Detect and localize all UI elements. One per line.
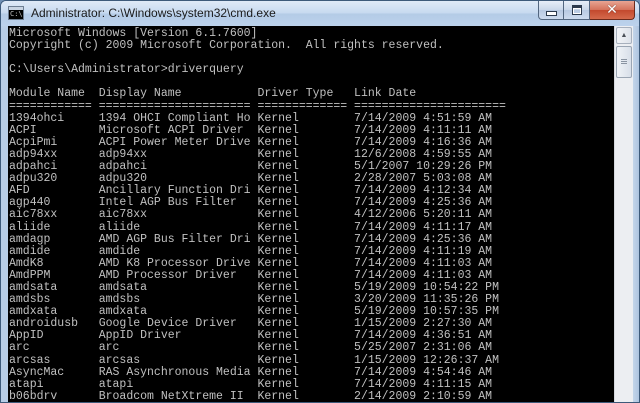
- scroll-up-arrow-icon: ▲: [620, 32, 628, 39]
- cmd-window: C:\ Administrator: C:\Windows\system32\c…: [0, 0, 640, 403]
- console-line: arcsas arcsas Kernel 1/15/2009 12:26:37 …: [9, 353, 499, 367]
- console-line: 1394ohci 1394 OHCI Compliant Ho Kernel 7…: [9, 111, 493, 125]
- scroll-thumb[interactable]: [616, 46, 632, 78]
- console-line: agp440 Intel AGP Bus Filter Kernel 7/14/…: [9, 196, 493, 210]
- title-bar[interactable]: C:\ Administrator: C:\Windows\system32\c…: [1, 1, 639, 26]
- maximize-button[interactable]: [564, 1, 590, 20]
- console-output[interactable]: Microsoft Windows [Version 6.1.7600] Cop…: [8, 26, 614, 403]
- minimize-button[interactable]: [538, 1, 564, 20]
- console-line: AsyncMac RAS Asynchronous Media Kernel 7…: [9, 365, 493, 379]
- close-icon: ✕: [606, 2, 618, 18]
- console-line: amdide amdide Kernel 7/14/2009 4:11:19 A…: [9, 244, 493, 258]
- console-text: Microsoft Windows [Version 6.1.7600] Cop…: [8, 26, 614, 403]
- window-title: Administrator: C:\Windows\system32\cmd.e…: [31, 6, 276, 20]
- console-line: AcpiPmi ACPI Power Meter Drive Kernel 7/…: [9, 135, 493, 149]
- console-line: AppID AppID Driver Kernel 7/14/2009 4:36…: [9, 329, 493, 343]
- console-line: adp94xx adp94xx Kernel 12/6/2008 4:59:55…: [9, 147, 493, 161]
- maximize-icon: [571, 5, 582, 15]
- console-line: arc arc Kernel 5/25/2007 2:31:06 AM: [9, 341, 493, 355]
- console-line: AmdK8 AMD K8 Processor Drive Kernel 7/14…: [9, 256, 493, 270]
- window-controls: ✕: [538, 1, 635, 21]
- minimize-icon: [545, 11, 557, 16]
- console-line: C:\Users\Administrator>driverquery: [9, 63, 244, 77]
- console-line: Microsoft Windows [Version 6.1.7600]: [9, 27, 258, 40]
- console-line: amdsbs amdsbs Kernel 3/20/2009 11:35:26 …: [9, 293, 499, 307]
- console-line: adpu320 adpu320 Kernel 2/28/2007 5:03:08…: [9, 172, 493, 186]
- console-line: Module Name Display Name Driver Type Lin…: [9, 87, 417, 101]
- console-line: b06bdrv Broadcom NetXtreme II Kernel 2/1…: [9, 389, 493, 403]
- cmd-icon[interactable]: C:\: [8, 6, 24, 20]
- console-line: adpahci adpahci Kernel 5/1/2007 10:29:26…: [9, 160, 493, 174]
- console-line: AmdPPM AMD Processor Driver Kernel 7/14/…: [9, 268, 493, 282]
- console-line: aic78xx aic78xx Kernel 4/12/2006 5:20:11…: [9, 208, 493, 222]
- vertical-scrollbar[interactable]: ▲: [614, 26, 633, 402]
- console-line: ============ ====================== ====…: [9, 99, 506, 113]
- console-line: amdagp AMD AGP Bus Filter Dri Kernel 7/1…: [9, 232, 493, 246]
- console-line: atapi atapi Kernel 7/14/2009 4:11:15 AM: [9, 377, 493, 391]
- console-line: amdxata amdxata Kernel 5/19/2009 10:57:3…: [9, 305, 499, 319]
- close-button[interactable]: ✕: [590, 1, 635, 20]
- console-line: androidusb Google Device Driver Kernel 1…: [9, 317, 493, 331]
- console-line: aliide aliide Kernel 7/14/2009 4:11:17 A…: [9, 220, 493, 234]
- console-line: Copyright (c) 2009 Microsoft Corporation…: [9, 39, 444, 53]
- console-line: amdsata amdsata Kernel 5/19/2009 10:54:2…: [9, 280, 499, 294]
- console-line: ACPI Microsoft ACPI Driver Kernel 7/14/2…: [9, 123, 493, 137]
- scroll-up-button[interactable]: ▲: [616, 27, 632, 44]
- console-line: AFD Ancillary Function Dri Kernel 7/14/2…: [9, 184, 493, 198]
- window-right-border: [633, 26, 639, 402]
